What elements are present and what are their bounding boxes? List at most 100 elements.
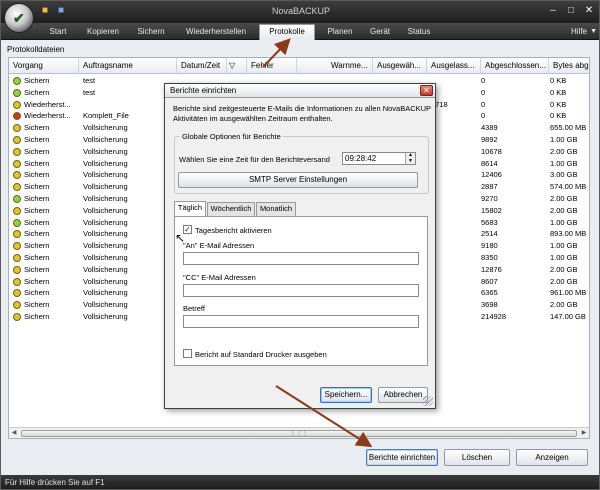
status-yellow-icon [13,206,21,215]
cell-vorgang: Sichern [24,229,50,239]
table-header: Vorgang Auftragsname Datum/Zeit ▽ Fehler… [9,58,589,74]
cell-abgeschlossen: 8607 [481,276,498,286]
cell-vorgang: Sichern [24,194,50,203]
maximize-button[interactable]: □ [563,4,579,18]
tab-planen[interactable]: Planen [319,25,361,39]
cell-auftragsname: Vollsicherung [83,170,128,180]
cell-ausgelassen [431,299,481,311]
dialog-title-bar: Berichte einrichten ✕ [165,84,435,98]
save-icon[interactable]: ■ [55,5,67,17]
loeschen-button[interactable]: Löschen [444,449,510,466]
printer-checkbox[interactable] [183,349,192,358]
tab-start[interactable]: Start [39,25,77,39]
cell-auftragsname: Vollsicherung [83,300,128,310]
column-auftragsname[interactable]: Auftragsname [79,58,177,74]
cell-vorgang: Sichern [24,241,50,251]
cell-bytes: 0 KB [550,111,567,121]
scroll-right-icon[interactable]: ▶ [579,429,589,436]
cell-auftragsname: test [83,76,96,85]
time-label: Wählen Sie eine Zeit für den Berichtever… [179,155,330,164]
cell-vorgang: Sichern [24,217,50,227]
status-yellow-icon [13,313,21,321]
group-title: Globale Optionen für Berichte [180,132,283,141]
folder-icon[interactable]: ■ [39,5,51,17]
column-ausgelassen[interactable]: Ausgelass... [427,58,481,74]
cell-auftragsname: Vollsicherung [83,217,128,227]
scrollbar-thumb[interactable]: ⋮⋮⋮ [21,430,577,437]
cell-vorgang: Sichern [24,170,50,180]
cell-bytes: 2.00 GB [550,264,578,274]
cell-abgeschlossen: 2887 [481,182,498,192]
cell-auftragsname [83,99,177,111]
status-yellow-icon [13,136,21,144]
tab-taeglich[interactable]: Täglich [174,201,206,217]
tab-wiederherstellen[interactable]: Wiederherstellen [177,25,255,39]
cell-ausgelassen [431,311,481,323]
cell-bytes: 2.00 GB [550,205,578,215]
cell-bytes: 2.00 GB [550,276,578,286]
cell-abgeschlossen: 8614 [481,158,498,168]
berichte-dialog: Berichte einrichten ✕ Berichte sind zeit… [164,83,436,409]
tab-sichern[interactable]: Sichern [129,25,173,39]
resize-grip-icon[interactable] [423,396,433,406]
column-vorgang[interactable]: Vorgang [9,58,79,74]
subject-field[interactable] [183,315,419,328]
column-abgeschlossen[interactable]: Abgeschlossen... [481,58,549,74]
grip-icon: ⋮⋮⋮ [290,431,308,437]
column-warnmeldungen[interactable]: Warnme... [327,58,373,74]
cell-abgeschlossen: 0 [481,111,486,121]
column-bytes[interactable]: Bytes abge [549,58,589,74]
berichte-einrichten-button[interactable]: Berichte einrichten [366,449,438,466]
help-menu[interactable]: Hilfe [571,25,587,39]
cell-ausgelassen [431,276,481,288]
cell-auftragsname: Vollsicherung [83,276,128,286]
cell-bytes: 3.00 GB [550,170,578,180]
time-value: 09:28:42 [345,154,377,163]
save-button[interactable]: Speichern... [320,387,372,403]
mouse-cursor-icon: ↖ [175,231,186,245]
column-fehler[interactable]: Fehler [247,58,297,74]
cell-vorgang: Wiederherst... [24,99,71,109]
status-yellow-icon [13,100,21,109]
cell-bytes: 1.00 GB [550,158,578,168]
cell-abgeschlossen: 2514 [481,229,498,239]
cell-vorgang: Sichern [24,76,50,85]
column-datum-zeit[interactable]: Datum/Zeit [177,58,227,74]
to-email-field[interactable] [183,252,419,265]
tab-geraet[interactable]: Gerät [365,25,395,39]
column-ausgewaehlt[interactable]: Ausgewäh... [373,58,427,74]
cell-abgeschlossen: 5683 [481,217,498,227]
tab-status[interactable]: Status [401,25,437,39]
cell-vorgang: Sichern [24,146,50,156]
menu-bar: Start Kopieren Sichern Wiederherstellen … [1,23,599,40]
cell-abgeschlossen: 8350 [481,253,498,262]
cc-email-field[interactable] [183,284,419,297]
chevron-down-icon[interactable]: ▼ [590,25,597,39]
cell-ausgelassen [431,193,481,205]
app-orb-button[interactable]: ✔ [4,3,34,33]
anzeigen-button[interactable]: Anzeigen [516,449,588,466]
cancel-button[interactable]: Abbrechen [378,387,428,403]
status-yellow-icon [13,183,21,192]
cell-abgeschlossen: 9270 [481,194,498,203]
smtp-settings-button[interactable]: SMTP Server Einstellungen [178,172,418,188]
time-spinner[interactable]: ▲ ▼ [405,152,415,164]
tab-kopieren[interactable]: Kopieren [79,25,127,39]
time-input[interactable]: 09:28:42 ▲ ▼ [342,152,416,165]
cell-ausgelassen [431,134,481,146]
scroll-left-icon[interactable]: ◀ [9,429,19,436]
close-button[interactable]: ✕ [581,4,597,18]
sort-icon[interactable]: ▽ [227,58,247,74]
horizontal-scrollbar[interactable]: ◀ ⋮⋮⋮ ▶ [9,427,589,438]
status-yellow-icon [13,124,21,133]
cell-auftragsname: test [83,87,96,97]
tab-protokolle[interactable]: Protokolle [259,24,315,40]
cell-vorgang: Wiederherst... [24,111,71,121]
minimize-button[interactable]: – [545,4,561,18]
dialog-description: Berichte sind zeitgesteuerte E-Mails die… [173,104,431,123]
tab-monatlich[interactable]: Monatlich [256,202,296,216]
cell-auftragsname: Vollsicherung [83,288,128,298]
app-orb-icon: ✔ [13,10,25,26]
dialog-close-button[interactable]: ✕ [420,85,433,96]
tab-woechentlich[interactable]: Wöchentlich [207,202,255,216]
